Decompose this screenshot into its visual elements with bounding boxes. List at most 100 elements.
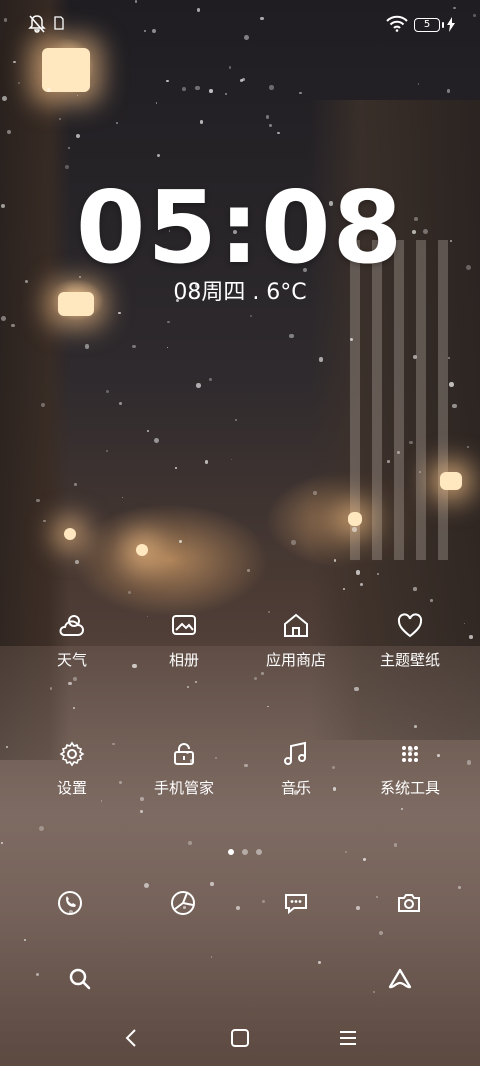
- app-weather[interactable]: 天气: [12, 610, 132, 690]
- snowflake: [143, 882, 149, 888]
- phone-icon[interactable]: [56, 889, 84, 917]
- snowflake: [452, 403, 457, 409]
- snowflake: [68, 147, 70, 149]
- snowflake: [298, 91, 302, 95]
- snowflake: [228, 66, 232, 69]
- bell-off-icon: [28, 15, 46, 33]
- snowflake: [352, 527, 357, 532]
- snowflake: [13, 60, 16, 64]
- snowflake: [247, 569, 250, 572]
- snowflake: [187, 840, 192, 845]
- snowflake: [209, 89, 213, 93]
- snowflake: [35, 972, 39, 976]
- charging-bolt-icon: [447, 17, 455, 32]
- app-gallery[interactable]: 相册: [124, 610, 244, 690]
- snowflake: [363, 858, 366, 861]
- page-dot[interactable]: [242, 849, 248, 855]
- snowflake: [154, 438, 159, 444]
- snowflake: [165, 79, 169, 83]
- messages-icon[interactable]: [282, 889, 310, 917]
- snowflake: [241, 78, 245, 82]
- lock-clock: 05:08: [75, 169, 405, 286]
- snowflake: [447, 89, 451, 93]
- snowflake: [155, 101, 158, 104]
- snowflake: [430, 599, 433, 602]
- snowflake: [128, 590, 132, 594]
- date-weather[interactable]: 08周四 . 6°C: [0, 278, 480, 308]
- gallery-icon: [172, 615, 196, 635]
- snowflake: [196, 383, 201, 388]
- search-icon[interactable]: [66, 965, 94, 993]
- wifi-icon: [386, 15, 408, 32]
- snowflake: [74, 560, 79, 565]
- street-lamp: [64, 528, 76, 540]
- snowflake: [409, 441, 413, 445]
- app-label: 天气: [56, 651, 87, 669]
- snowflake: [105, 390, 109, 393]
- navigation-bar: [0, 1006, 480, 1066]
- app-label: 手机管家: [153, 779, 214, 797]
- browser-icon[interactable]: [169, 889, 197, 917]
- snowflake: [0, 315, 6, 321]
- snowflake: [106, 450, 109, 453]
- app-store[interactable]: 应用商店: [236, 610, 356, 690]
- snowflake: [17, 81, 20, 84]
- snowflake: [449, 382, 454, 387]
- app-label: 音乐: [280, 779, 311, 797]
- app-store-icon: [284, 613, 308, 637]
- snowflake: [40, 403, 45, 408]
- page-dot-active[interactable]: [228, 849, 234, 855]
- snowflake: [417, 82, 420, 85]
- app-music[interactable]: 音乐: [236, 738, 356, 818]
- security-lock-icon: [174, 743, 194, 765]
- snowflake: [265, 115, 270, 119]
- snowflake: [47, 88, 51, 92]
- app-label: 相册: [168, 651, 199, 669]
- app-security[interactable]: 手机管家: [124, 738, 244, 818]
- home-icon[interactable]: [228, 1026, 252, 1050]
- app-settings[interactable]: 设置: [12, 738, 132, 818]
- snowflake: [317, 960, 321, 964]
- snowflake: [132, 345, 136, 349]
- status-bar: 5: [0, 0, 480, 48]
- music-note-icon: [284, 741, 306, 765]
- app-label: 主题壁纸: [379, 651, 440, 669]
- battery-icon: 5: [414, 18, 444, 32]
- app-label: 设置: [56, 779, 87, 797]
- snowflake: [199, 120, 204, 124]
- snowflake: [230, 458, 233, 461]
- snowflake: [313, 491, 317, 495]
- recents-menu-icon[interactable]: [336, 1026, 360, 1050]
- snowflake: [118, 402, 122, 406]
- camera-icon[interactable]: [395, 889, 423, 917]
- snowflake: [269, 85, 275, 90]
- snowflake: [166, 346, 169, 349]
- snowflake: [156, 153, 160, 157]
- snowflake: [73, 707, 75, 709]
- app-system-tools[interactable]: 系统工具: [350, 738, 470, 818]
- snowflake: [356, 906, 360, 910]
- page-dot[interactable]: [256, 849, 262, 855]
- snowflake: [277, 131, 280, 135]
- street-lamp: [348, 512, 362, 526]
- snowflake: [174, 466, 177, 469]
- snowflake: [76, 94, 79, 97]
- assistant-icon[interactable]: [386, 965, 414, 993]
- snowflake: [167, 320, 170, 324]
- snowflake: [359, 582, 363, 587]
- snowflake: [74, 482, 78, 486]
- back-icon[interactable]: [120, 1026, 144, 1050]
- snowflake: [147, 430, 150, 433]
- snowflake: [84, 344, 89, 349]
- snowflake: [182, 87, 186, 91]
- snowflake: [288, 333, 294, 339]
- battery-level: 5: [423, 19, 431, 30]
- street-lamp: [440, 472, 462, 490]
- page-indicator[interactable]: [226, 848, 262, 856]
- app-themes[interactable]: 主题壁纸: [350, 610, 470, 690]
- snowflake: [118, 311, 122, 315]
- snowflake: [208, 378, 213, 382]
- snowflake: [178, 539, 182, 543]
- snowflake: [195, 86, 200, 91]
- snowflake: [291, 540, 296, 545]
